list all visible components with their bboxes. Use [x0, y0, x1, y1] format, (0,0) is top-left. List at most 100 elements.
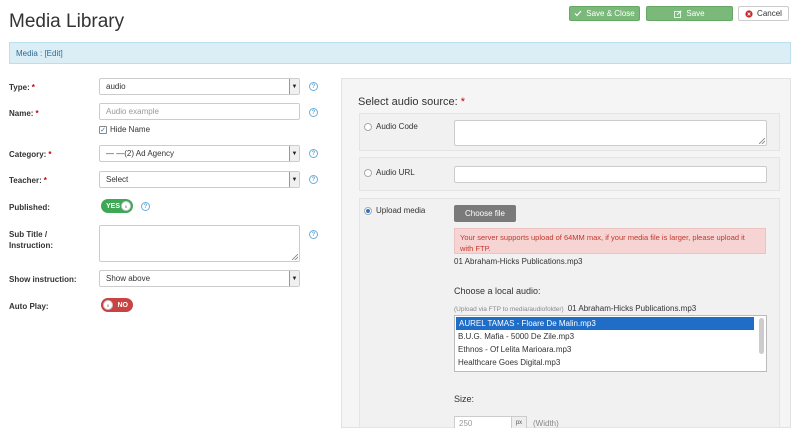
type-select[interactable]: audio ▼	[99, 78, 300, 95]
show-instruction-label-text: Show instruction:	[9, 275, 77, 284]
required-marker: *	[48, 150, 52, 159]
required-marker: *	[31, 83, 35, 92]
teacher-value: Select	[106, 175, 129, 184]
save-button[interactable]: Save	[646, 6, 733, 21]
auto-play-toggle[interactable]: II NO	[101, 298, 133, 312]
upload-size-warning-text: Your server supports upload of 64MM max,…	[460, 233, 745, 253]
auto-play-label-text: Auto Play:	[9, 302, 49, 311]
required-marker: *	[35, 109, 39, 118]
local-audio-list[interactable]: AUREL TAMAS - Floare De Malin.mp3 B.U.G.…	[454, 315, 767, 372]
subtitle-label: Sub Title / Instruction:	[9, 229, 53, 251]
audio-source-title-text: Select audio source:	[358, 96, 458, 108]
media-library-page: Media Library Save & Close Save Cancel M…	[0, 0, 800, 428]
teacher-label-text: Teacher:	[9, 176, 42, 185]
published-label-text: Published:	[9, 203, 50, 212]
audio-url-label: Audio URL	[376, 168, 415, 177]
list-item[interactable]: AUREL TAMAS - Floare De Malin.mp3	[456, 317, 754, 330]
alert-text: Media : [Edit]	[16, 49, 63, 58]
upload-media-label: Upload media	[376, 206, 426, 215]
list-item[interactable]: B.U.G. Mafia - 5000 De Zile.mp3	[455, 330, 766, 343]
subtitle-textarea[interactable]	[99, 225, 300, 262]
show-instruction-value: Show above	[106, 274, 151, 283]
size-title: Size:	[454, 394, 475, 404]
help-icon[interactable]: ?	[309, 82, 318, 91]
show-instruction-label: Show instruction:	[9, 274, 77, 285]
toggle-knob-icon: II	[103, 300, 113, 310]
ftp-file-name: 01 Abraham-Hicks Publications.mp3	[567, 304, 697, 313]
ftp-hint-row: (Upload via FTP to media/audiofolder) 01…	[454, 304, 696, 313]
width-input[interactable]: 250	[454, 416, 512, 428]
resize-handle-icon[interactable]	[759, 138, 765, 144]
required-marker: *	[43, 176, 47, 185]
page-title: Media Library	[9, 11, 125, 32]
audio-url-input[interactable]	[454, 166, 767, 183]
help-icon[interactable]: ?	[309, 175, 318, 184]
edit-icon	[674, 9, 683, 18]
help-icon[interactable]: ?	[309, 230, 318, 239]
name-label-text: Name:	[9, 109, 34, 118]
toggle-knob-icon: II	[121, 201, 131, 211]
type-label: Type: *	[9, 82, 35, 93]
cancel-label: Cancel	[757, 9, 782, 18]
category-select[interactable]: — —(2) Ad Agency ▼	[99, 145, 300, 162]
category-value: — —(2) Ad Agency	[106, 149, 175, 158]
upload-media-radio-row[interactable]: Upload media	[364, 206, 425, 215]
cancel-icon	[745, 9, 753, 18]
audio-code-label: Audio Code	[376, 122, 418, 131]
name-label: Name: *	[9, 108, 39, 119]
choose-file-label: Choose file	[464, 209, 506, 218]
help-icon[interactable]: ?	[141, 202, 150, 211]
audio-code-radio[interactable]	[364, 122, 372, 131]
auto-play-toggle-text: NO	[117, 301, 129, 309]
list-item[interactable]: Ethnos - Of Lelita Marioara.mp3	[455, 343, 766, 356]
list-scrollbar[interactable]	[759, 318, 764, 354]
audio-source-title: Select audio source: *	[358, 96, 465, 108]
upload-size-warning: Your server supports upload of 64MM max,…	[454, 228, 766, 254]
audio-url-radio-row[interactable]: Audio URL	[364, 168, 415, 177]
edit-info-alert: Media : [Edit]	[9, 42, 791, 64]
published-label: Published:	[9, 202, 50, 213]
width-caption: (Width)	[533, 419, 559, 428]
chevron-down-icon: ▼	[289, 271, 299, 286]
type-value: audio	[106, 82, 126, 91]
type-label-text: Type:	[9, 83, 30, 92]
published-toggle[interactable]: YES II	[101, 199, 133, 213]
audio-url-radio[interactable]	[364, 168, 372, 177]
upload-media-radio[interactable]	[364, 206, 372, 215]
published-toggle-text: YES	[106, 202, 121, 210]
cancel-button[interactable]: Cancel	[738, 6, 789, 21]
current-file-name: 01 Abraham-Hicks Publications.mp3	[454, 257, 583, 266]
required-marker: *	[460, 96, 466, 108]
save-close-label: Save & Close	[586, 9, 635, 18]
chevron-down-icon: ▼	[289, 146, 299, 161]
choose-file-button[interactable]: Choose file	[454, 205, 516, 222]
name-placeholder: Audio example	[106, 107, 159, 116]
save-close-button[interactable]: Save & Close	[569, 6, 640, 21]
show-instruction-select[interactable]: Show above ▼	[99, 270, 300, 287]
help-icon[interactable]: ?	[309, 149, 318, 158]
auto-play-label: Auto Play:	[9, 301, 49, 312]
choose-local-title: Choose a local audio:	[454, 286, 541, 296]
check-icon	[574, 10, 582, 17]
width-unit: px	[511, 416, 527, 428]
chevron-down-icon: ▼	[289, 172, 299, 187]
hide-name-checkbox[interactable]: ✓	[99, 125, 107, 134]
ftp-hint: (Upload via FTP to media/audiofolder)	[454, 306, 564, 313]
hide-name-label: Hide Name	[110, 125, 151, 134]
help-icon[interactable]: ?	[309, 108, 318, 117]
teacher-select[interactable]: Select ▼	[99, 171, 300, 188]
hide-name-checkbox-row[interactable]: ✓ Hide Name	[99, 125, 150, 134]
category-label: Category: *	[9, 149, 51, 160]
audio-code-textarea[interactable]	[454, 120, 767, 146]
resize-handle-icon[interactable]	[292, 254, 298, 260]
category-label-text: Category:	[9, 150, 47, 159]
name-input[interactable]: Audio example	[99, 103, 300, 120]
save-label: Save	[686, 9, 705, 18]
audio-code-radio-row[interactable]: Audio Code	[364, 122, 418, 131]
width-value: 250	[459, 419, 473, 428]
subtitle-label-line1: Sub Title /	[9, 230, 48, 239]
teacher-label: Teacher: *	[9, 175, 47, 186]
subtitle-label-line2: Instruction:	[9, 241, 53, 250]
list-item[interactable]: Healthcare Goes Digital.mp3	[455, 356, 766, 369]
radio-selected-dot	[366, 208, 370, 213]
